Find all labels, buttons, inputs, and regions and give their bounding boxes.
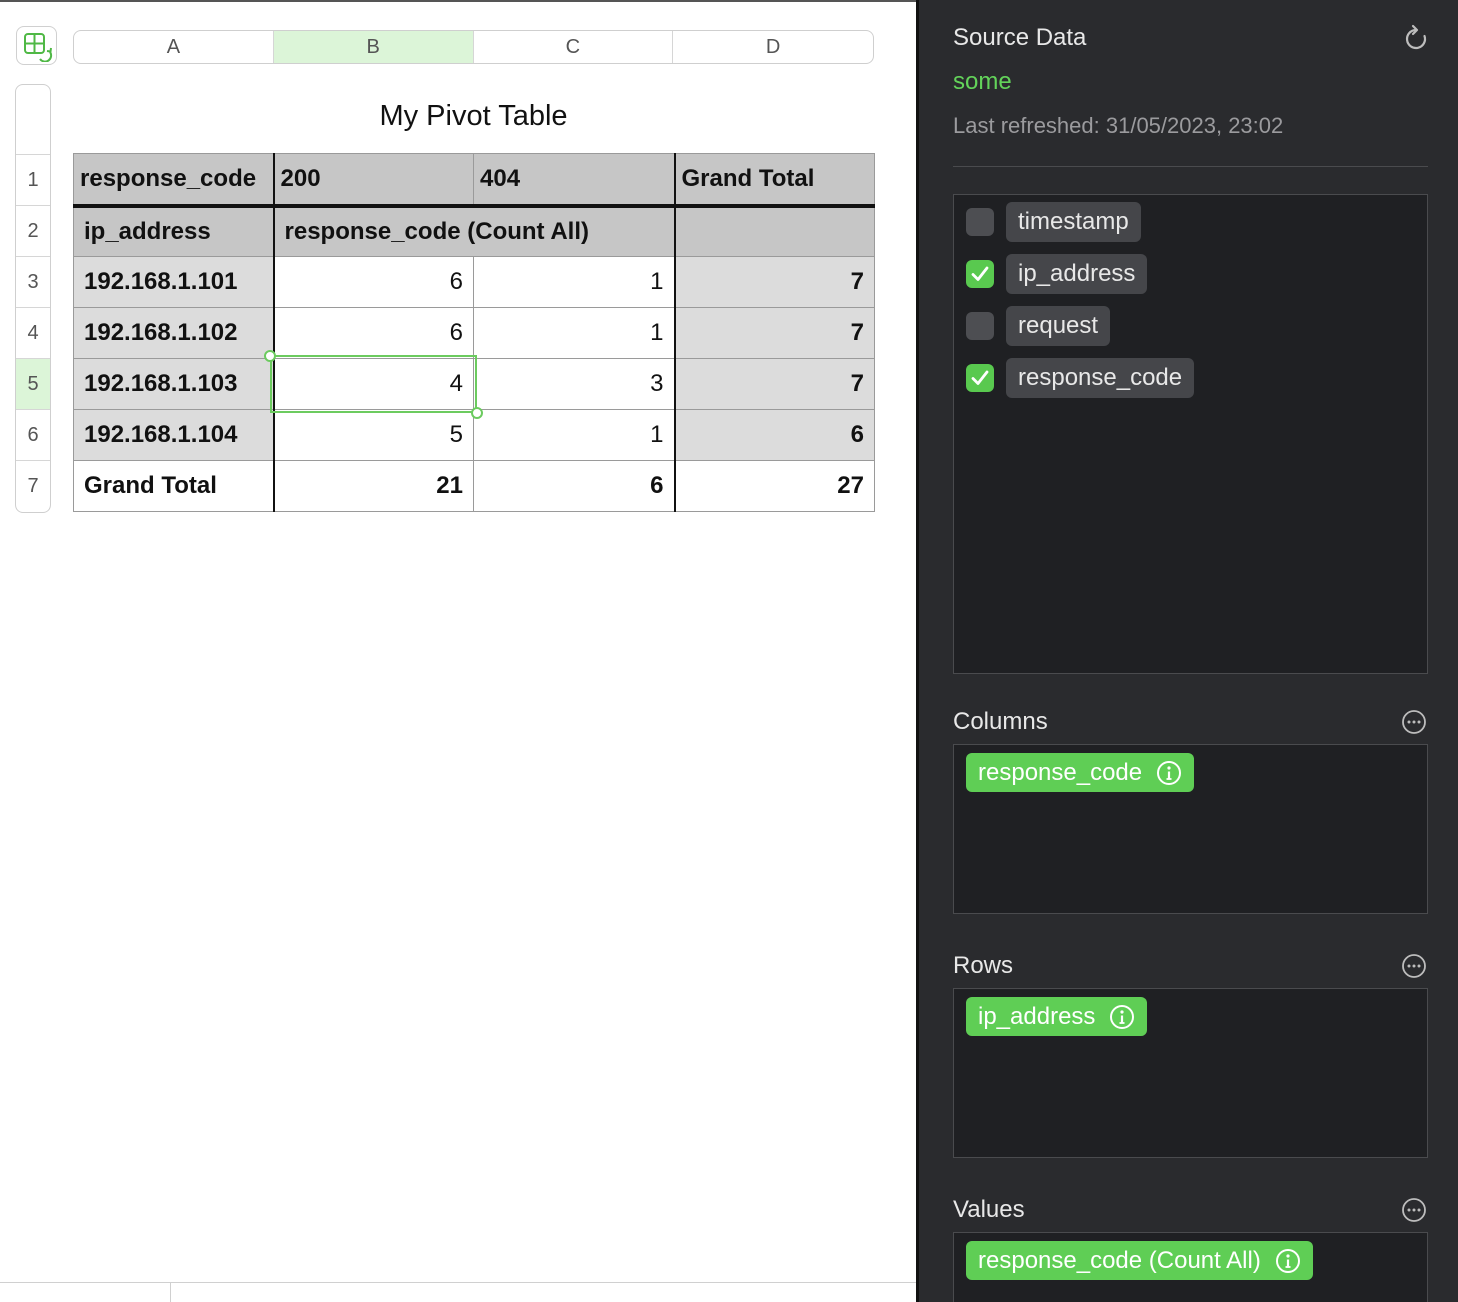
columns-drop-zone[interactable]: response_code — [953, 744, 1428, 914]
table-cell[interactable]: 3 — [473, 358, 676, 410]
table-cell[interactable]: response_code — [73, 153, 275, 208]
divider — [953, 166, 1428, 167]
column-header-c[interactable]: C — [474, 31, 674, 63]
field-pill[interactable]: ip_address — [1006, 254, 1148, 294]
row-headers: 1 2 3 4 5 6 7 — [15, 84, 51, 513]
row-header-6[interactable]: 6 — [16, 410, 50, 461]
rows-field-pill[interactable]: ip_address — [966, 997, 1148, 1036]
ellipsis-circle-icon — [1402, 1198, 1426, 1222]
refresh-button[interactable] — [1403, 24, 1429, 57]
field-checkbox-response-code[interactable] — [966, 364, 994, 392]
pivot-table: response_code 200 404 Grand Total ip_add… — [73, 153, 875, 512]
table-cell[interactable]: 6 — [473, 460, 676, 512]
columns-label: Columns — [953, 708, 1048, 735]
table-row: 192.168.1.103 4 3 7 — [73, 358, 875, 410]
table-cell[interactable]: 1 — [473, 307, 676, 359]
table-cell[interactable]: 6 — [674, 409, 875, 461]
last-refreshed-text: Last refreshed: 31/05/2023, 23:02 — [953, 113, 1284, 138]
table-cell[interactable]: 7 — [674, 307, 875, 359]
selection-handle-top-left[interactable] — [264, 350, 276, 362]
selection-handle-bottom-right[interactable] — [471, 407, 483, 419]
info-icon[interactable] — [1109, 1004, 1135, 1030]
values-more-button[interactable] — [1401, 1197, 1427, 1228]
ellipsis-circle-icon — [1402, 954, 1426, 978]
table-cell[interactable]: 6 — [273, 307, 474, 359]
table-cell[interactable]: 7 — [674, 256, 875, 308]
values-label: Values — [953, 1196, 1025, 1223]
table-cell[interactable]: 5 — [273, 409, 474, 461]
values-field-pill[interactable]: response_code (Count All) — [966, 1241, 1313, 1280]
table-cell[interactable]: ip_address — [73, 205, 275, 257]
table-cell[interactable]: Grand Total — [674, 153, 875, 208]
table-cell[interactable]: response_code (Count All) — [273, 205, 676, 257]
pivot-subheader-row: ip_address response_code (Count All) — [73, 205, 875, 257]
table-cell[interactable]: Grand Total — [73, 460, 275, 512]
row-header-2[interactable]: 2 — [16, 206, 50, 257]
source-data-heading: Source Data — [953, 24, 1087, 51]
table-cell[interactable]: 1 — [473, 409, 676, 461]
title-row-header[interactable] — [16, 85, 50, 155]
row-header-5[interactable]: 5 — [16, 359, 50, 410]
table-refresh-icon — [24, 33, 53, 62]
divider — [170, 1283, 171, 1302]
column-header-d[interactable]: D — [673, 31, 873, 63]
table-cell[interactable]: 192.168.1.103 — [73, 358, 275, 410]
column-header-a[interactable]: A — [74, 31, 274, 63]
table-cell[interactable]: 200 — [273, 153, 474, 208]
field-pill[interactable]: request — [1006, 306, 1111, 346]
table-cell[interactable]: 7 — [674, 358, 875, 410]
checkmark-icon — [971, 370, 989, 385]
field-item-timestamp[interactable]: timestamp — [966, 202, 1141, 242]
table-cell[interactable] — [674, 205, 875, 257]
table-cell[interactable]: 1 — [473, 256, 676, 308]
table-cell[interactable]: 404 — [473, 153, 676, 208]
pivot-options-sidebar: Source Data some Last refreshed: 31/05/2… — [916, 0, 1458, 1302]
info-icon[interactable] — [1275, 1248, 1301, 1274]
table-cell[interactable]: 21 — [273, 460, 474, 512]
field-pill[interactable]: timestamp — [1006, 202, 1141, 242]
table-cell[interactable]: 192.168.1.102 — [73, 307, 275, 359]
sheet-tab-bar — [0, 1282, 916, 1302]
table-cell[interactable]: 27 — [674, 460, 875, 512]
field-checkbox-timestamp[interactable] — [966, 208, 994, 236]
info-icon[interactable] — [1156, 760, 1182, 786]
pivot-table-button[interactable] — [16, 26, 57, 65]
ellipsis-circle-icon — [1402, 710, 1426, 734]
columns-field-pill[interactable]: response_code — [966, 753, 1195, 792]
pivot-table-title[interactable]: My Pivot Table — [73, 100, 874, 133]
values-drop-zone[interactable]: response_code (Count All) — [953, 1232, 1428, 1302]
values-field-label: response_code (Count All) — [978, 1246, 1261, 1274]
table-row: 192.168.1.101 6 1 7 — [73, 256, 875, 308]
checkmark-icon — [971, 266, 989, 281]
refresh-icon — [1405, 24, 1427, 50]
pivot-header-row: response_code 200 404 Grand Total — [73, 153, 875, 208]
field-item-request[interactable]: request — [966, 306, 1111, 346]
source-table-name[interactable]: some — [953, 68, 1012, 96]
table-cell[interactable]: 192.168.1.104 — [73, 409, 275, 461]
rows-field-label: ip_address — [978, 1002, 1096, 1030]
field-checkbox-request[interactable] — [966, 312, 994, 340]
row-header-1[interactable]: 1 — [16, 155, 50, 206]
field-list: timestamp ip_address request response_co… — [953, 194, 1428, 674]
selected-cell[interactable]: 4 — [273, 358, 474, 410]
grand-total-row: Grand Total 21 6 27 — [73, 460, 875, 512]
field-item-response-code[interactable]: response_code — [966, 358, 1195, 398]
rows-label: Rows — [953, 952, 1014, 979]
field-item-ip-address[interactable]: ip_address — [966, 254, 1148, 294]
columns-field-label: response_code — [978, 758, 1143, 786]
table-row: 192.168.1.102 6 1 7 — [73, 307, 875, 359]
rows-more-button[interactable] — [1401, 953, 1427, 984]
rows-drop-zone[interactable]: ip_address — [953, 988, 1428, 1158]
field-checkbox-ip-address[interactable] — [966, 260, 994, 288]
columns-more-button[interactable] — [1401, 709, 1427, 740]
table-cell[interactable]: 192.168.1.101 — [73, 256, 275, 308]
column-header-b[interactable]: B — [273, 31, 474, 63]
spreadsheet-canvas: A B C D 1 2 3 4 5 6 7 My Pivot Table res… — [0, 0, 916, 1302]
column-headers: A B C D — [73, 30, 874, 64]
table-cell[interactable]: 6 — [273, 256, 474, 308]
row-header-3[interactable]: 3 — [16, 257, 50, 308]
row-header-7[interactable]: 7 — [16, 461, 50, 512]
row-header-4[interactable]: 4 — [16, 308, 50, 359]
field-pill[interactable]: response_code — [1006, 358, 1195, 398]
